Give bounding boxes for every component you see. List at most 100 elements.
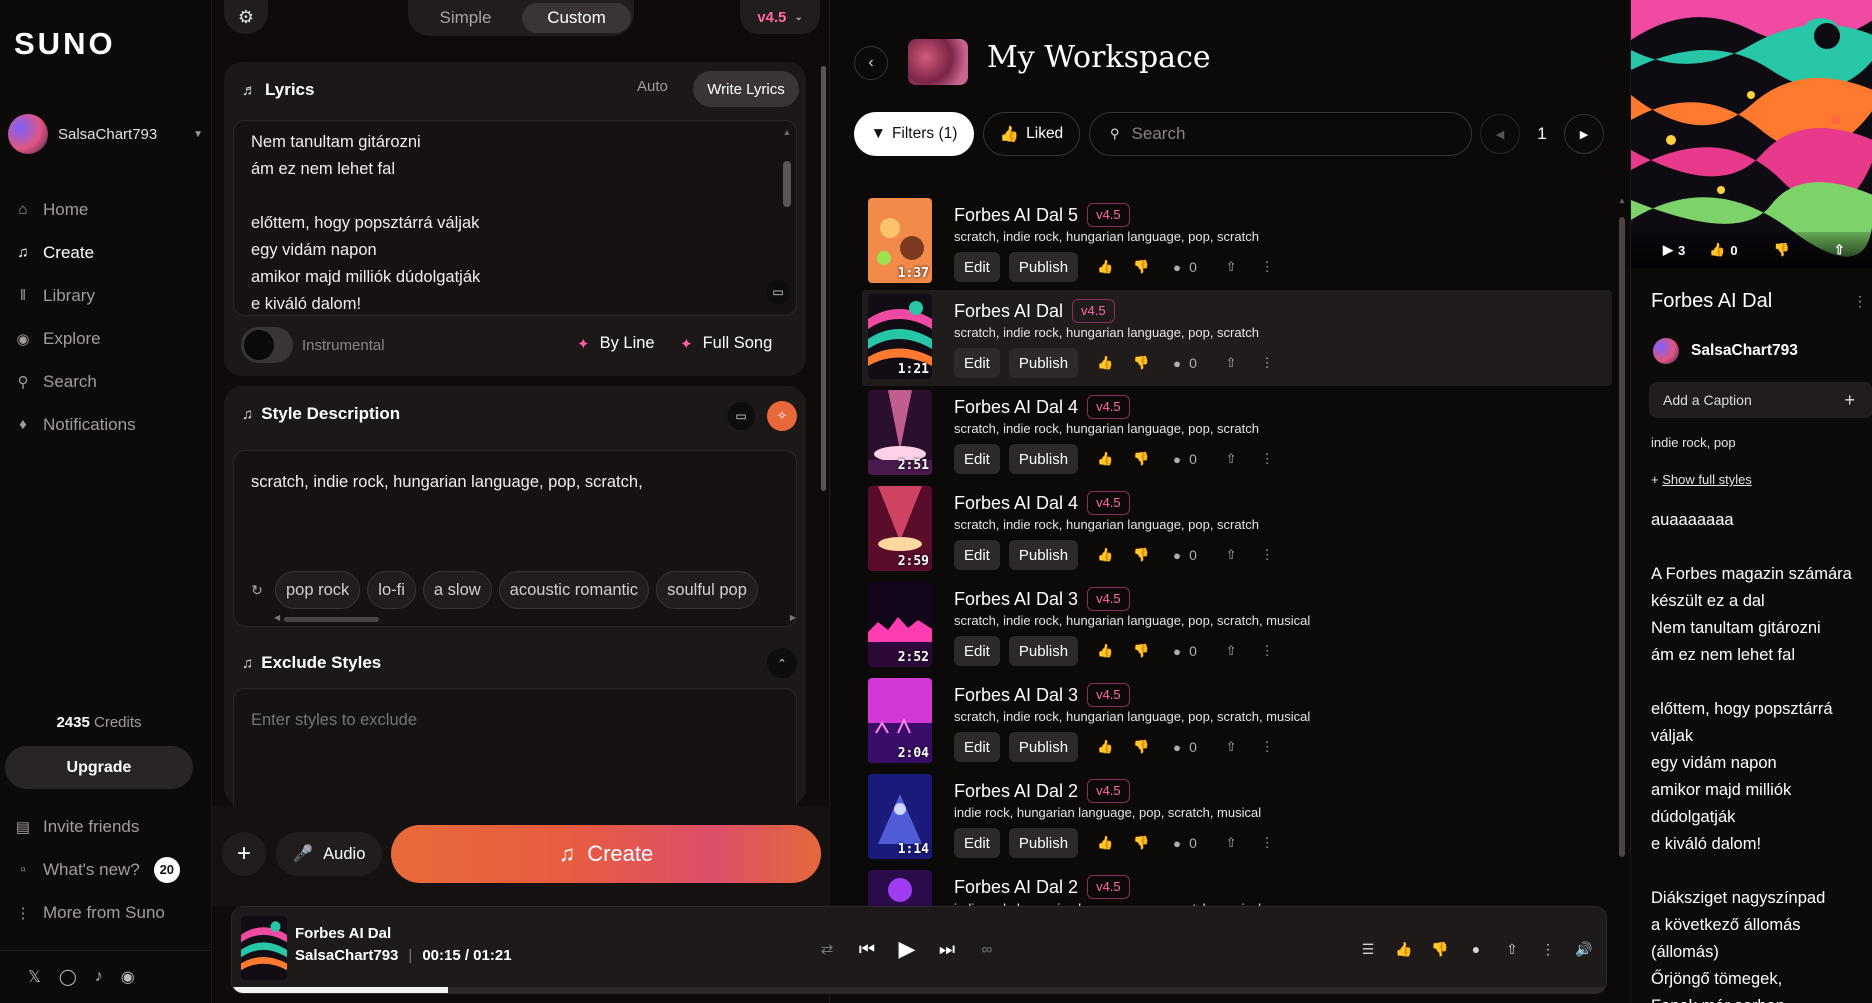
publish-button[interactable]: Publish bbox=[1008, 636, 1079, 666]
account-switcher[interactable]: SalsaChart793 ▼ bbox=[8, 114, 203, 154]
player-track-title[interactable]: Forbes AI Dal bbox=[295, 925, 391, 942]
magic-wand-button[interactable]: ✧ bbox=[767, 401, 797, 431]
thumbs-down-icon[interactable]: 👎 bbox=[1123, 355, 1159, 371]
publish-button[interactable]: Publish bbox=[1008, 540, 1079, 570]
song-title-text[interactable]: Forbes AI Dal 3 bbox=[954, 589, 1078, 610]
publish-button[interactable]: Publish bbox=[1008, 732, 1079, 762]
share-icon[interactable]: ⇧ bbox=[1213, 547, 1249, 563]
nav-item-home[interactable]: ⌂ Home bbox=[0, 188, 212, 231]
shuffle-button[interactable]: ⇄ bbox=[807, 929, 847, 969]
thumbs-down-icon[interactable]: 👎 bbox=[1123, 739, 1159, 755]
add-caption-button[interactable]: Add a Caption + bbox=[1649, 382, 1872, 418]
song-thumbnail[interactable]: 2:59 bbox=[868, 486, 932, 571]
style-chip[interactable]: acoustic romantic bbox=[498, 571, 650, 609]
song-thumbnail[interactable]: 2:04 bbox=[868, 678, 932, 763]
song-thumbnail[interactable]: 2:51 bbox=[868, 390, 932, 475]
dislike-button[interactable]: 👎 bbox=[1774, 242, 1790, 258]
style-chip[interactable]: a slow bbox=[422, 571, 492, 609]
whats-new-link[interactable]: ▫ What's new? 20 bbox=[0, 848, 212, 891]
settings-button[interactable]: ⚙ bbox=[224, 0, 268, 34]
publish-button[interactable]: Publish bbox=[1008, 828, 1079, 858]
volume-button[interactable]: 🔊 bbox=[1566, 929, 1602, 969]
panel-scrollbar[interactable] bbox=[820, 52, 828, 804]
edit-button[interactable]: Edit bbox=[954, 252, 1000, 282]
kebab-icon[interactable]: ⋮ bbox=[1249, 643, 1285, 659]
share-icon[interactable]: ⇧ bbox=[1213, 643, 1249, 659]
kebab-icon[interactable]: ⋮ bbox=[1249, 835, 1285, 851]
collapse-exclude-button[interactable]: ⌃ bbox=[767, 648, 797, 678]
nav-item-library[interactable]: ‖ Library bbox=[0, 274, 212, 317]
edit-button[interactable]: Edit bbox=[954, 348, 1000, 378]
kebab-icon[interactable]: ⋮ bbox=[1249, 451, 1285, 467]
tiktok-icon[interactable]: ♪ bbox=[95, 968, 103, 986]
scroll-thumb[interactable] bbox=[1619, 217, 1625, 857]
playback-progress[interactable] bbox=[232, 987, 1606, 993]
thumbs-up-icon[interactable]: 👍 bbox=[1087, 643, 1123, 659]
write-lyrics-tab[interactable]: Write Lyrics bbox=[693, 71, 799, 107]
filters-button[interactable]: ▼ Filters (1) bbox=[854, 112, 974, 156]
likes-stat[interactable]: 👍 0 bbox=[1709, 242, 1737, 258]
liked-button[interactable]: 👍 Liked bbox=[983, 112, 1080, 156]
nav-item-search[interactable]: ⚲ Search bbox=[0, 360, 212, 403]
song-title-text[interactable]: Forbes AI Dal 2 bbox=[954, 781, 1078, 802]
publish-button[interactable]: Publish bbox=[1008, 444, 1079, 474]
thumbs-up-icon[interactable]: 👍 bbox=[1087, 355, 1123, 371]
thumbs-down-icon[interactable]: 👎 bbox=[1123, 259, 1159, 275]
song-thumbnail[interactable]: 2:52 bbox=[868, 582, 932, 667]
thumbs-up-icon[interactable]: 👍 bbox=[1087, 739, 1123, 755]
play-button[interactable]: ▶ bbox=[887, 929, 927, 969]
x-icon[interactable]: 𝕏 bbox=[28, 967, 41, 987]
next-button[interactable]: ⏭ bbox=[927, 929, 967, 969]
player-artist[interactable]: SalsaChart793 bbox=[295, 947, 398, 964]
plays-stat[interactable]: ▶ 3 bbox=[1663, 242, 1685, 258]
nav-item-explore[interactable]: ◉ Explore bbox=[0, 317, 212, 360]
model-version-select[interactable]: v4.5 ⌄ bbox=[740, 0, 820, 34]
upgrade-button[interactable]: Upgrade bbox=[5, 746, 193, 789]
mode-custom[interactable]: Custom bbox=[522, 3, 631, 33]
song-title-text[interactable]: Forbes AI Dal 4 bbox=[954, 397, 1078, 418]
full-song-button[interactable]: ✦ Full Song bbox=[680, 334, 772, 353]
song-row[interactable]: 2:04 Forbes AI Dal 3 v4.5 scratch, indie ro… bbox=[862, 674, 1612, 770]
song-title-text[interactable]: Forbes AI Dal bbox=[954, 301, 1063, 322]
invite-friends-link[interactable]: ▤ Invite friends bbox=[0, 805, 212, 848]
next-page-button[interactable]: ▶ bbox=[1564, 114, 1604, 154]
song-thumbnail[interactable]: 1:37 bbox=[868, 198, 932, 283]
thumbs-up-icon[interactable]: 👍 bbox=[1087, 835, 1123, 851]
lyrics-auto-tab[interactable]: Auto bbox=[637, 78, 668, 95]
nav-item-create[interactable]: ♫ Create bbox=[0, 231, 212, 274]
kebab-icon[interactable]: ⋮ bbox=[1249, 547, 1285, 563]
song-title-text[interactable]: Forbes AI Dal 4 bbox=[954, 493, 1078, 514]
song-title-text[interactable]: Forbes AI Dal 3 bbox=[954, 685, 1078, 706]
comments-button[interactable]: ● bbox=[1458, 929, 1494, 969]
song-thumbnail[interactable]: 1:21 bbox=[868, 294, 932, 379]
thumbs-down-icon[interactable]: 👎 bbox=[1123, 547, 1159, 563]
mode-simple[interactable]: Simple bbox=[411, 3, 520, 33]
style-chip[interactable]: pop rock bbox=[275, 571, 361, 609]
share-icon[interactable]: ⇧ bbox=[1213, 835, 1249, 851]
lyrics-scrollbar[interactable]: ▲ bbox=[782, 127, 792, 307]
thumbs-up-icon[interactable]: 👍 bbox=[1087, 259, 1123, 275]
song-row[interactable]: 1:37 Forbes AI Dal 5 v4.5 scratch, indie ro… bbox=[862, 194, 1612, 290]
repeat-button[interactable]: ∞ bbox=[967, 929, 1007, 969]
style-chip[interactable]: soulful pop bbox=[656, 571, 758, 609]
list-scrollbar[interactable]: ▲ bbox=[1618, 196, 1626, 916]
share-button[interactable]: ⇧ bbox=[1494, 929, 1530, 969]
lyrics-text[interactable]: Nem tanultam gitározni ám ez nem lehet f… bbox=[234, 121, 796, 315]
search-input[interactable] bbox=[1131, 124, 1432, 144]
scroll-left-icon[interactable]: ◀ bbox=[274, 613, 280, 622]
more-options-icon[interactable]: ⋮ bbox=[1853, 293, 1867, 310]
edit-button[interactable]: Edit bbox=[954, 828, 1000, 858]
thumbs-down-icon[interactable]: 👎 bbox=[1123, 451, 1159, 467]
scroll-right-icon[interactable]: ▶ bbox=[790, 613, 796, 622]
edit-button[interactable]: Edit bbox=[954, 732, 1000, 762]
song-thumbnail[interactable]: 1:14 bbox=[868, 774, 932, 859]
scroll-up-icon[interactable]: ▲ bbox=[1618, 196, 1626, 205]
song-title-text[interactable]: Forbes AI Dal 2 bbox=[954, 877, 1078, 898]
share-icon[interactable]: ⇧ bbox=[1213, 259, 1249, 275]
scroll-thumb[interactable] bbox=[821, 66, 826, 491]
thumbs-up-icon[interactable]: 👍 bbox=[1087, 547, 1123, 563]
scroll-up-icon[interactable]: ▲ bbox=[782, 127, 792, 137]
more-from-suno-link[interactable]: ⋮ More from Suno bbox=[0, 891, 212, 934]
back-button[interactable]: ‹ bbox=[854, 46, 888, 80]
song-row[interactable]: 2:51 Forbes AI Dal 4 v4.5 scratch, indie ro… bbox=[862, 386, 1612, 482]
